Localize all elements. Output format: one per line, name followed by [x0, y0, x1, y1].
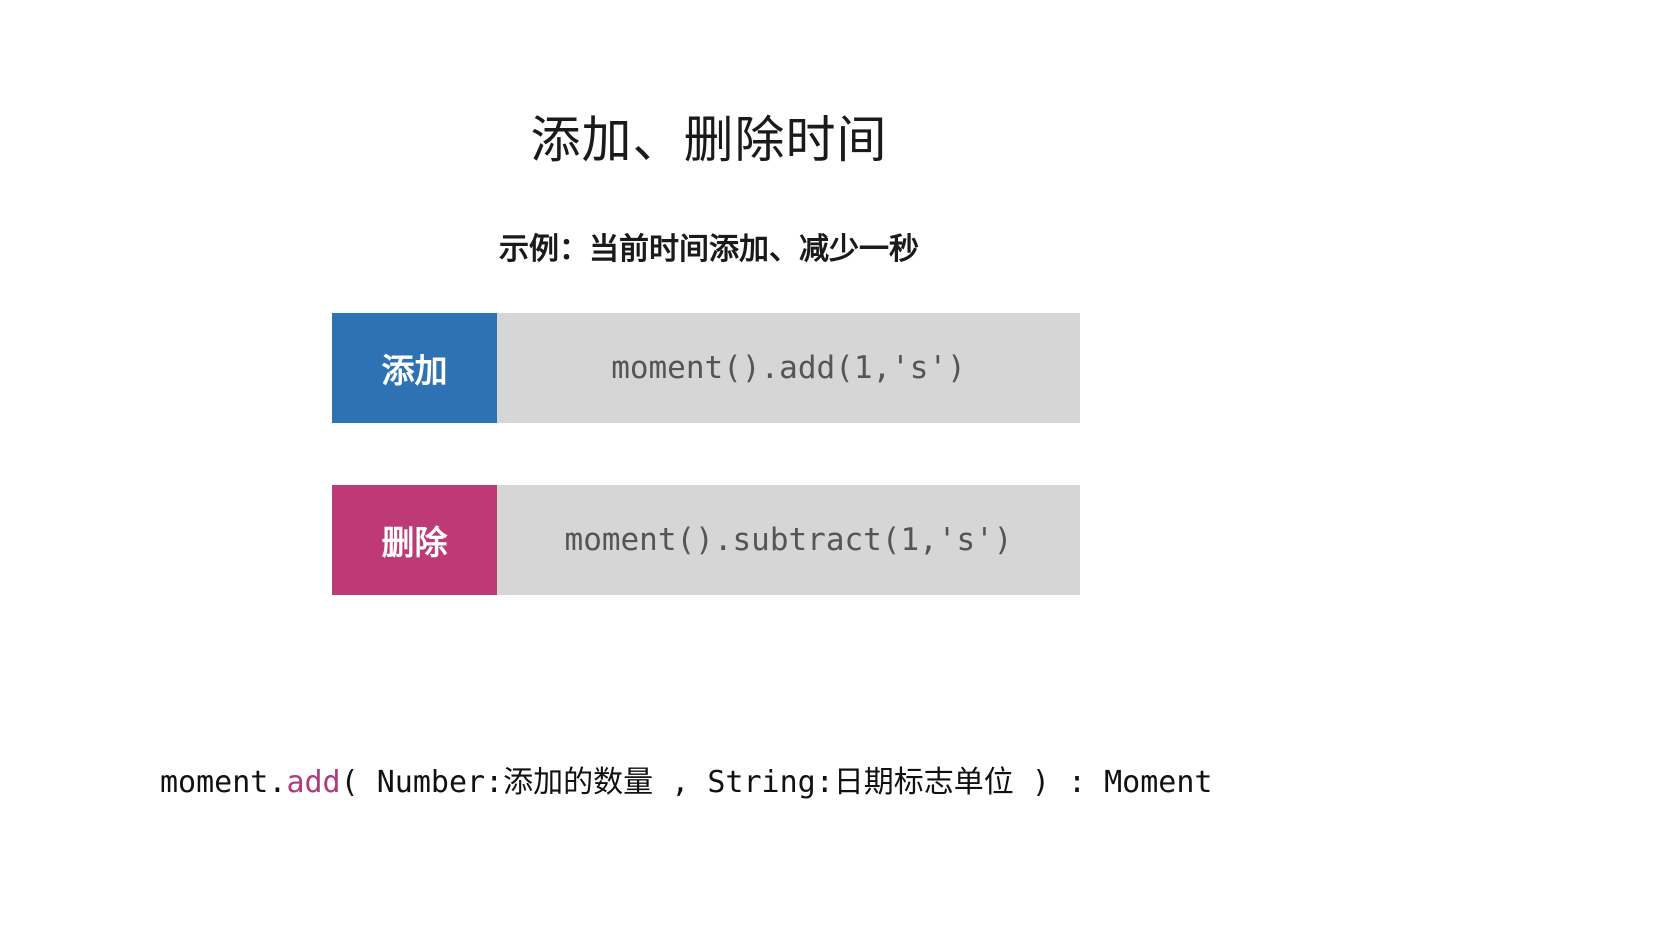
subtract-code-box: moment().subtract(1,'s') — [497, 485, 1080, 595]
subtract-label-tag: 删除 — [332, 485, 497, 595]
signature-params: ( Number:添加的数量 , String:日期标志单位 ) : Momen… — [340, 765, 1213, 800]
example-subtract-row: 删除 moment().subtract(1,'s') — [332, 485, 1080, 595]
add-label-tag: 添加 — [332, 313, 497, 423]
add-code-box: moment().add(1,'s') — [497, 313, 1080, 423]
slide-subtitle: 示例：当前时间添加、减少一秒 — [499, 232, 919, 267]
method-signature: moment.add( Number:添加的数量 , String:日期标志单位… — [160, 757, 1212, 801]
signature-method: add — [286, 765, 341, 800]
signature-prefix: moment. — [160, 765, 287, 800]
example-add-row: 添加 moment().add(1,'s') — [332, 313, 1080, 423]
slide-title: 添加、删除时间 — [530, 111, 888, 169]
